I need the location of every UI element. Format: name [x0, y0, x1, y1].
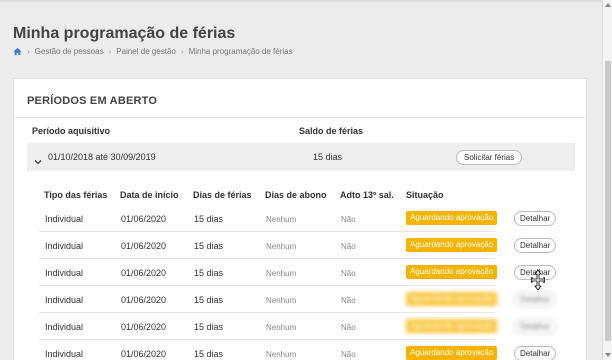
cell-days: 15 dias — [194, 322, 224, 332]
cell-adto: Não — [341, 242, 356, 251]
column-header-start: Data de início — [120, 190, 179, 200]
cell-start: 01/06/2020 — [121, 349, 167, 359]
detail-button[interactable]: Detalhar — [514, 319, 557, 334]
period-balance: 15 dias — [313, 152, 343, 162]
breadcrumb: › Gestão de pessoas › Painel de gestão ›… — [13, 47, 293, 56]
table-row: Individual 01/06/2020 15 dias Nenhum Não… — [39, 341, 557, 360]
cell-type: Individual — [45, 322, 84, 332]
cell-start: 01/06/2020 — [121, 268, 167, 278]
cell-type: Individual — [45, 295, 84, 305]
cell-adto: Não — [341, 350, 356, 359]
cell-abono: Nenhum — [266, 350, 297, 359]
cell-days: 15 dias — [194, 349, 224, 359]
chevron-right-icon: › — [27, 47, 30, 56]
column-header-period: Período aquisitivo — [32, 126, 111, 136]
cell-start: 01/06/2020 — [121, 214, 167, 224]
chevron-down-icon[interactable] — [34, 153, 42, 165]
cell-type: Individual — [45, 214, 84, 224]
home-icon[interactable] — [13, 47, 22, 56]
cell-adto: Não — [341, 215, 356, 224]
detail-button[interactable]: Detalhar — [514, 238, 557, 253]
scroll-up-icon[interactable] — [605, 3, 611, 7]
scroll-down-icon[interactable] — [605, 353, 611, 357]
cell-adto: Não — [341, 269, 356, 278]
column-header-adto: Adto 13º sal. — [340, 190, 394, 200]
cell-abono: Nenhum — [266, 269, 297, 278]
column-header-days: Dias de férias — [193, 190, 252, 200]
cell-start: 01/06/2020 — [121, 295, 167, 305]
page-title: Minha programação de férias — [13, 25, 236, 42]
status-badge: Aguardando aprovação — [406, 346, 498, 360]
cell-adto: Não — [341, 323, 356, 332]
cell-abono: Nenhum — [266, 323, 297, 332]
window-top-edge — [0, 0, 612, 2]
card-title: PERÍODOS EM ABERTO — [27, 95, 158, 107]
cell-adto: Não — [341, 296, 356, 305]
request-vacation-button[interactable]: Solicitar férias — [456, 150, 523, 165]
status-badge: Aguardando aprovação — [406, 292, 498, 306]
cell-start: 01/06/2020 — [121, 241, 167, 251]
table-row: Individual 01/06/2020 15 dias Nenhum Não… — [39, 233, 557, 259]
table-row: Individual 01/06/2020 15 dias Nenhum Não… — [39, 260, 557, 286]
breadcrumb-item[interactable]: Gestão de pessoas — [35, 47, 104, 56]
chevron-right-icon: › — [108, 47, 112, 56]
cell-start: 01/06/2020 — [121, 322, 167, 332]
table-row: Individual 01/06/2020 15 dias Nenhum Não… — [39, 206, 557, 232]
column-header-type: Tipo das férias — [44, 190, 108, 200]
cell-abono: Nenhum — [266, 215, 297, 224]
cell-abono: Nenhum — [266, 242, 297, 251]
cell-days: 15 dias — [194, 214, 224, 224]
breadcrumb-current: Minha programação de férias — [188, 47, 293, 56]
scroll-thumb[interactable] — [605, 61, 611, 341]
table-row: Individual 01/06/2020 15 dias Nenhum Não… — [39, 314, 557, 340]
cell-days: 15 dias — [194, 241, 224, 251]
cell-type: Individual — [45, 268, 84, 278]
status-badge: Aguardando aprovação — [406, 265, 498, 279]
cell-days: 15 dias — [194, 268, 224, 278]
divider — [14, 117, 586, 118]
breadcrumb-item[interactable]: Painel de gestão — [116, 47, 176, 56]
status-badge: Aguardando aprovação — [406, 319, 498, 333]
cell-days: 15 dias — [194, 295, 224, 305]
column-header-abono: Dias de abono — [265, 190, 327, 200]
open-periods-card: PERÍODOS EM ABERTO Período aquisitivo Sa… — [13, 78, 587, 360]
cell-type: Individual — [45, 241, 84, 251]
detail-button[interactable]: Detalhar — [514, 211, 557, 226]
vertical-scrollbar[interactable] — [602, 0, 612, 360]
period-row[interactable]: 01/10/2018 até 30/09/2019 15 dias Solici… — [27, 143, 575, 171]
cell-abono: Nenhum — [266, 296, 297, 305]
column-header-status: Situação — [406, 190, 444, 200]
move-cursor-icon — [531, 270, 545, 290]
detail-button[interactable]: Detalhar — [514, 346, 557, 360]
detail-button[interactable]: Detalhar — [514, 292, 557, 307]
period-range: 01/10/2018 até 30/09/2019 — [48, 152, 156, 162]
cell-type: Individual — [45, 349, 84, 359]
table-row: Individual 01/06/2020 15 dias Nenhum Não… — [39, 287, 557, 313]
status-badge: Aguardando aprovação — [406, 211, 498, 225]
chevron-right-icon: › — [180, 47, 184, 56]
status-badge: Aguardando aprovação — [406, 238, 498, 252]
column-header-balance: Saldo de férias — [299, 126, 364, 136]
